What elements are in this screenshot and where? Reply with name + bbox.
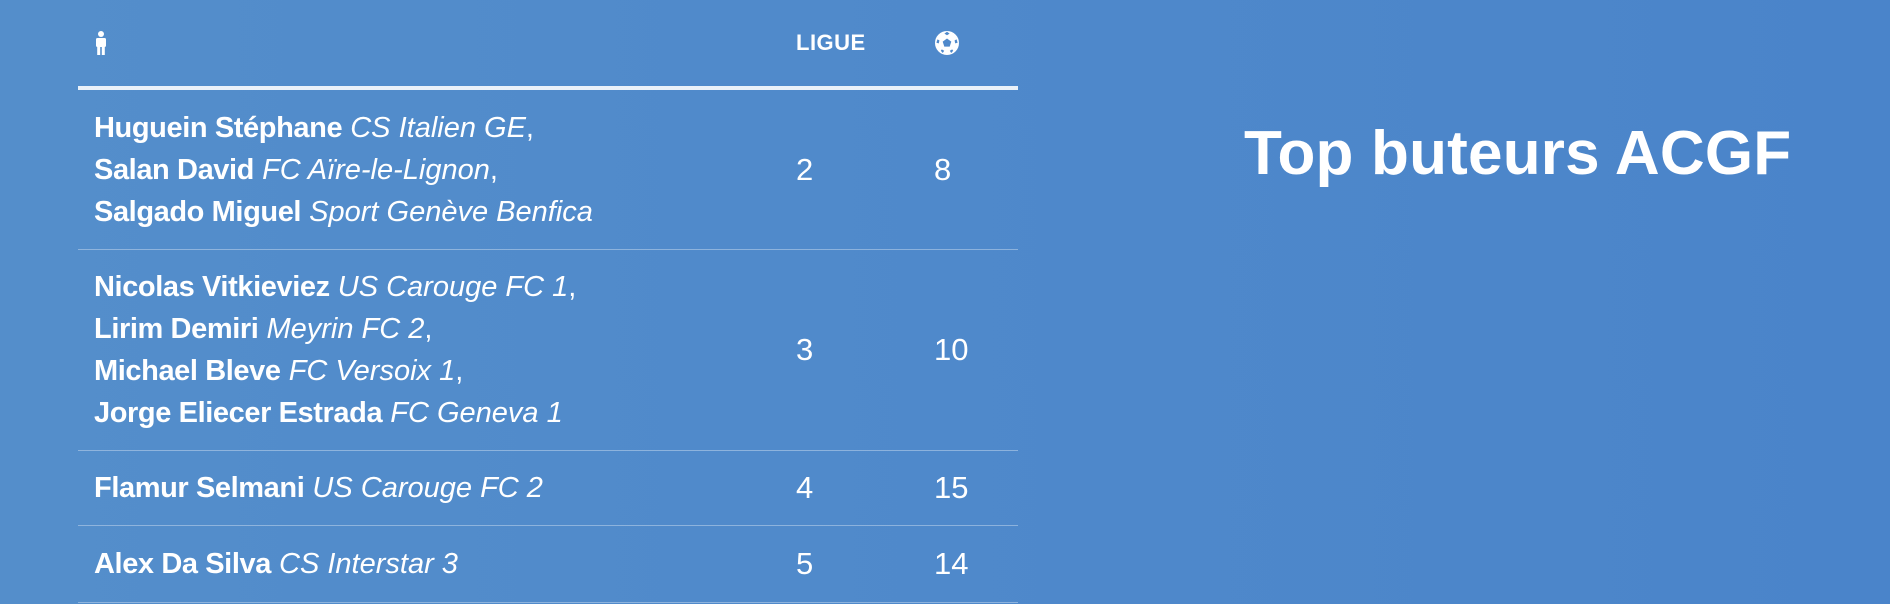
scorer-club: FC Versoix 1 [288, 355, 456, 387]
league-cell: 4 [796, 450, 934, 526]
page-title: Top buteurs ACGF [1244, 119, 1792, 188]
scorer-entry: Salgado Miguel Sport Genève Benfica [94, 191, 796, 233]
scorer-name: Michael Bleve [94, 355, 281, 387]
table-body: Huguein Stéphane CS Italien GE, Salan Da… [78, 88, 1018, 603]
scorer-club: Meyrin FC 2 [266, 313, 425, 345]
scorer-name: Nicolas Vitkieviez [94, 271, 330, 303]
scorer-entry: Flamur Selmani US Carouge FC 2 [94, 467, 796, 509]
scorer-entry: Salan David FC Aïre-le-Lignon, [94, 149, 796, 191]
scorers-cell: Huguein Stéphane CS Italien GE, Salan Da… [78, 88, 796, 250]
scorer-name: Salan David [94, 153, 254, 186]
scorer-entry: Alex Da Silva CS Interstar 3 [94, 543, 796, 585]
scorers-cell: Flamur Selmani US Carouge FC 2 [78, 450, 796, 526]
table-row: Huguein Stéphane CS Italien GE, Salan Da… [78, 88, 1018, 250]
scorer-entry: Michael Bleve FC Versoix 1, [94, 350, 796, 392]
league-cell: 2 [796, 88, 934, 250]
scorer-club: CS Interstar 3 [279, 548, 458, 580]
goals-cell: 10 [934, 249, 1018, 451]
scorer-name: Jorge Eliecer Estrada [94, 397, 383, 429]
scorer-separator: , [525, 111, 534, 144]
scorer-separator: , [568, 271, 577, 303]
person-icon [94, 31, 796, 55]
top-scorers-table: LIGUE Huguein Stéphane CS Italien GE, Sa… [78, 0, 1018, 603]
scorer-name: Lirim Demiri [94, 313, 259, 345]
scorer-entry: Lirim Demiri Meyrin FC 2, [94, 308, 796, 350]
goals-cell: 15 [934, 450, 1018, 526]
player-column-header [78, 0, 796, 90]
scorer-name: Flamur Selmani [94, 472, 305, 504]
page: { "title": "Top buteurs ACGF", "table": … [0, 0, 1890, 604]
scorer-club: CS Italien GE [350, 111, 526, 144]
header-row: LIGUE [78, 0, 1018, 90]
top-scorers-table-container: LIGUE Huguein Stéphane CS Italien GE, Sa… [78, 0, 1018, 603]
goals-cell: 14 [934, 525, 1018, 603]
scorer-entry: Jorge Eliecer Estrada FC Geneva 1 [94, 392, 796, 434]
table-row: Alex Da Silva CS Interstar 3 5 14 [78, 525, 1018, 603]
table-row: Flamur Selmani US Carouge FC 2 4 15 [78, 450, 1018, 526]
table-row: Nicolas Vitkieviez US Carouge FC 1, Liri… [78, 249, 1018, 451]
scorers-cell: Alex Da Silva CS Interstar 3 [78, 525, 796, 603]
league-cell: 5 [796, 525, 934, 603]
scorer-club: FC Geneva 1 [390, 397, 563, 429]
scorer-separator: , [489, 153, 498, 186]
soccer-ball-icon [934, 30, 1018, 56]
table-header: LIGUE [78, 0, 1018, 90]
scorer-club: Sport Genève Benfica [309, 195, 593, 228]
scorer-club: US Carouge FC 1 [337, 271, 569, 303]
scorers-cell: Nicolas Vitkieviez US Carouge FC 1, Liri… [78, 249, 796, 451]
scorer-separator: , [455, 355, 464, 387]
league-cell: 3 [796, 249, 934, 451]
league-column-header: LIGUE [796, 0, 934, 90]
scorer-club: US Carouge FC 2 [312, 472, 543, 504]
scorer-entry: Huguein Stéphane CS Italien GE, [94, 107, 796, 149]
scorer-name: Salgado Miguel [94, 195, 302, 228]
goals-cell: 8 [934, 88, 1018, 250]
scorer-name: Alex Da Silva [94, 548, 271, 580]
scorer-entry: Nicolas Vitkieviez US Carouge FC 1, [94, 266, 796, 308]
scorer-club: FC Aïre-le-Lignon [262, 153, 490, 186]
goals-column-header [934, 0, 1018, 90]
scorer-name: Huguein Stéphane [94, 111, 343, 144]
scorer-separator: , [424, 313, 433, 345]
